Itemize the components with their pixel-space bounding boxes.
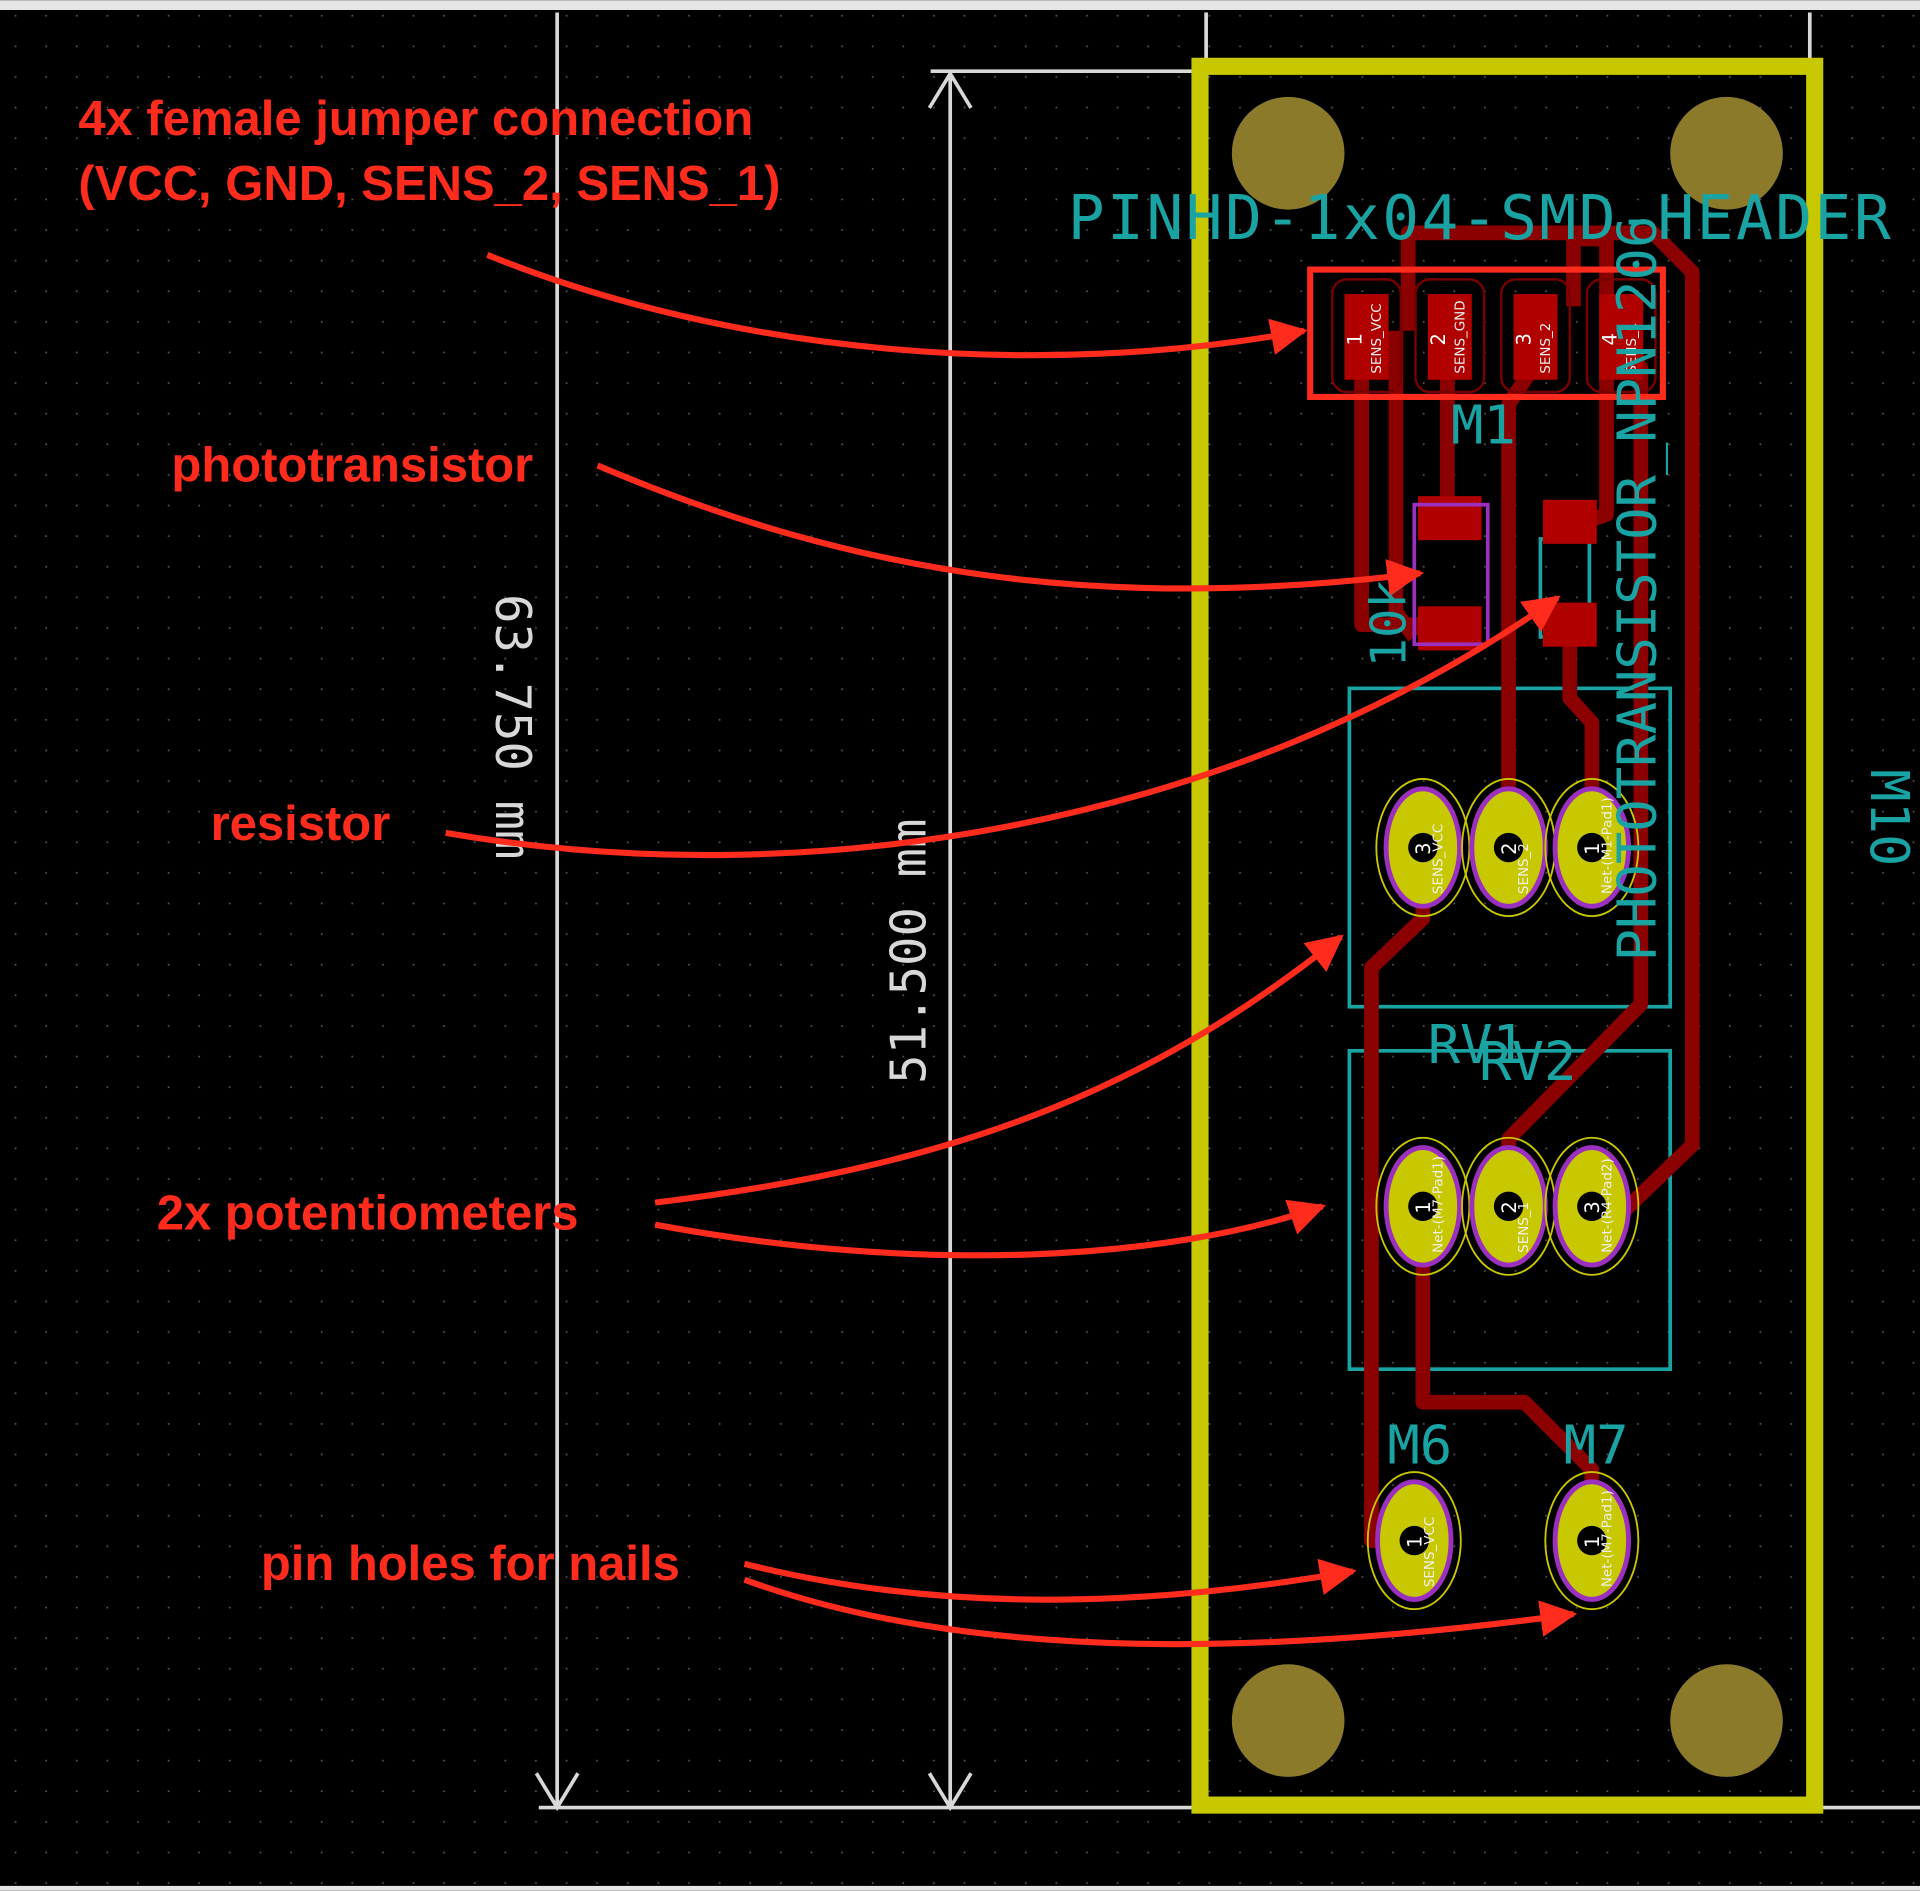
pad-net: SENS_GND — [1453, 300, 1468, 373]
header-footprint-label: PINHD-1x04-SMD-HEADER — [1068, 183, 1893, 254]
rv2-pad: 1Net-(M7-Pad1) — [1375, 1136, 1471, 1276]
pad-net: SENS_2 — [1539, 323, 1554, 374]
bottom-bar — [0, 1885, 1920, 1891]
top-bar — [0, 0, 1920, 10]
m1-label: M1 — [1451, 393, 1516, 456]
phototransistor-footprint-label: PHOTOTRANSISTOR_NPN1206 — [1606, 216, 1669, 962]
pad-net: SENS_2 — [1517, 843, 1532, 894]
rv1-pad: 3SENS_VCC — [1375, 778, 1471, 918]
annotation-potentiometers: 2x potentiometers — [157, 1187, 579, 1241]
pcb-canvas[interactable]: 63.750 mm 51.500 mm 1SENS_VCC2SENS_GN — [0, 0, 1920, 1891]
pad-net: Net-(M7-Pad1) — [1431, 1156, 1446, 1253]
pad-number: 3 — [1513, 333, 1536, 345]
annotation-phototransistor: phototransistor — [171, 438, 533, 492]
rv2-pad: 2SENS_1 — [1461, 1136, 1557, 1276]
annotation-header-line2: (VCC, GND, SENS_2, SENS_1) — [78, 157, 780, 211]
annotation-pin-holes: pin holes for nails — [261, 1537, 680, 1591]
dimension-outer-height: 63.750 mm — [484, 594, 541, 859]
pad-net: SENS_VCC — [1431, 824, 1446, 894]
pad-net: SENS_VCC — [1370, 303, 1385, 373]
pad-net: Net-(M7-Pad1) — [1600, 1490, 1615, 1587]
pad-net: SENS_1 — [1517, 1202, 1532, 1253]
pad-number: 2 — [1427, 333, 1450, 345]
m10-label: M10 — [1858, 769, 1920, 866]
rv2-pad: 3Net-(R4-Pad2) — [1544, 1136, 1640, 1276]
annotation-resistor: resistor — [211, 797, 391, 851]
resistor-value-label: 10k — [1361, 579, 1418, 667]
nail-pin-pad: 1SENS_VCC — [1366, 1471, 1462, 1611]
m6-label: M6 — [1387, 1413, 1452, 1476]
nail-pin-pad: 1Net-(M7-Pad1) — [1544, 1471, 1640, 1611]
annotation-header-line1: 4x female jumper connection — [78, 92, 753, 146]
rv1-pad: 2SENS_2 — [1461, 778, 1557, 918]
dimension-inner-height: 51.500 mm — [881, 819, 938, 1084]
pad-number: 1 — [1344, 333, 1367, 345]
pad-net: Net-(R4-Pad2) — [1600, 1158, 1615, 1253]
m7-label: M7 — [1564, 1413, 1629, 1476]
pad-net: SENS_VCC — [1423, 1517, 1438, 1587]
rv2-label: RV2 — [1479, 1030, 1576, 1093]
